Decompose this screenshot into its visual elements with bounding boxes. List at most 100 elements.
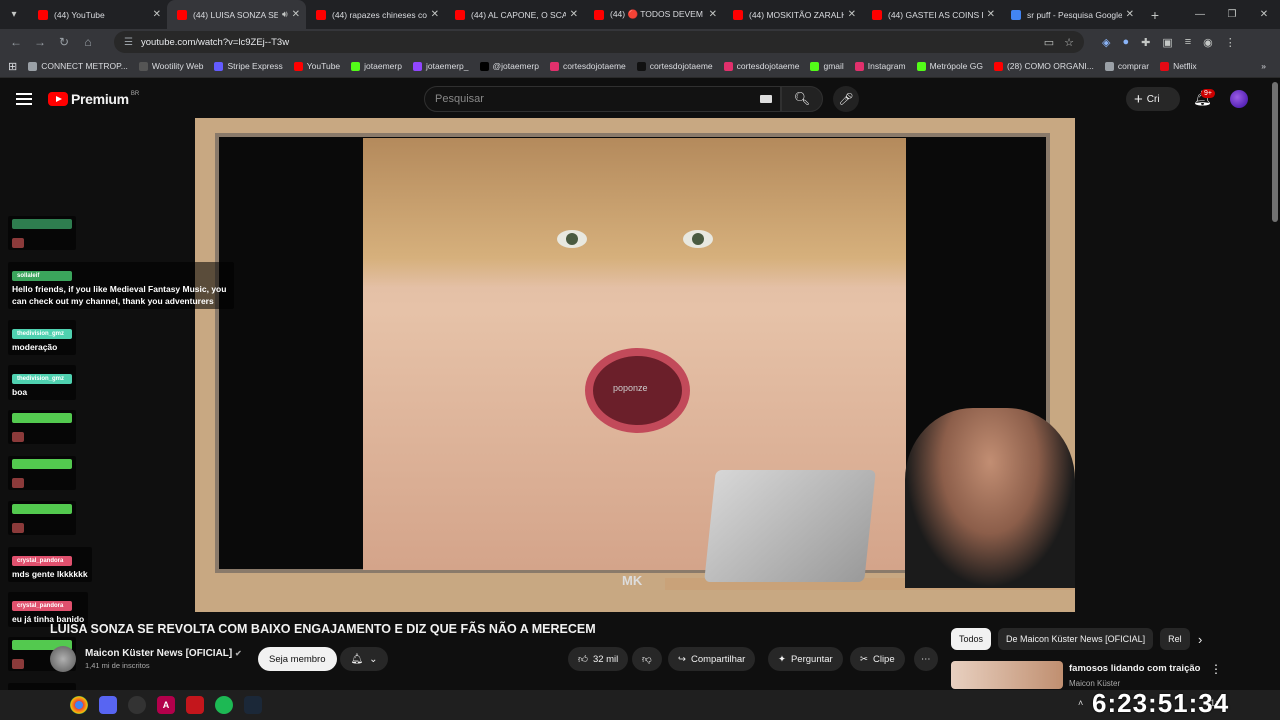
filter-chip[interactable]: Todos — [951, 628, 992, 650]
recommended-more-icon[interactable]: ⋮ — [1210, 662, 1222, 676]
search-input[interactable]: Pesquisar — [424, 86, 781, 112]
join-membership-button[interactable]: Seja membro — [258, 647, 337, 671]
more-bookmarks-icon[interactable]: » — [1261, 61, 1266, 71]
puzzle-icon[interactable]: ✚ — [1141, 36, 1150, 49]
video-player[interactable]: poponze MK — [195, 118, 1075, 612]
bookmark-item[interactable]: @jotaemerp — [479, 61, 539, 71]
filter-chip[interactable]: Rel — [1160, 628, 1190, 650]
hamburger-menu-icon[interactable] — [16, 90, 32, 108]
subscription-bell-button[interactable]: 🔔︎ ⌄ — [340, 647, 388, 671]
chat-username[interactable] — [12, 219, 72, 229]
tab-close-icon[interactable]: ✕ — [1126, 9, 1134, 20]
create-button[interactable]: + Cri — [1126, 87, 1180, 111]
home-icon[interactable]: ⌂ — [76, 35, 100, 49]
youtube-logo[interactable]: Premium BR — [48, 91, 139, 107]
recommended-thumbnail[interactable] — [951, 661, 1063, 689]
tab-close-icon[interactable]: ✕ — [431, 9, 439, 20]
bookmark-item[interactable]: CONNECT METROP... — [28, 61, 128, 71]
tab-close-icon[interactable]: ✕ — [987, 9, 995, 20]
tab-close-icon[interactable]: ✕ — [848, 9, 856, 20]
tab-close-icon[interactable]: ✕ — [153, 9, 161, 20]
channel-name[interactable]: Maicon Küster News [OFICIAL] ✔ — [85, 648, 242, 659]
bookmark-item[interactable]: Instagram — [854, 61, 906, 71]
bookmark-star-icon[interactable]: ☆ — [1064, 36, 1074, 49]
forward-icon[interactable]: → — [28, 35, 52, 49]
kebab-menu-icon[interactable]: ⋮ — [1225, 36, 1236, 49]
browser-tab[interactable]: (44) LUISA SONZA SE 🔊︎ ✕ — [167, 0, 306, 29]
bookmark-item[interactable]: cortesdojotaeme — [549, 61, 626, 71]
share-button[interactable]: ↪ Compartilhar — [668, 647, 756, 671]
browser-tab[interactable]: sr puff - Pesquisa Google ✕ — [1001, 0, 1140, 29]
more-actions-button[interactable]: ⋯ — [914, 647, 938, 671]
chat-username[interactable]: thedivision_gmz — [12, 329, 72, 339]
browser-tab[interactable]: (44) 🔴 TODOS DEVEM R ✕ — [584, 0, 723, 29]
filter-chip[interactable]: De Maicon Küster News [OFICIAL] — [998, 628, 1154, 650]
app-red-icon[interactable] — [186, 696, 204, 714]
tab-close-icon[interactable]: ✕ — [292, 9, 300, 20]
browser-tab[interactable]: (44) AL CAPONE, O SCARF ✕ — [445, 0, 584, 29]
bookmark-item[interactable]: gmail — [810, 61, 844, 71]
bookmark-item[interactable]: cortesdojotaeme — [723, 61, 799, 71]
bookmark-item[interactable]: Wootility Web — [138, 61, 203, 71]
maximize-icon[interactable]: ❐ — [1216, 9, 1248, 20]
keyboard-icon[interactable] — [760, 95, 772, 103]
profile-icon[interactable]: ◉ — [1203, 36, 1213, 49]
menu-lines-icon[interactable]: ≡ — [1185, 36, 1191, 49]
chat-username[interactable] — [12, 413, 72, 423]
bookmark-item[interactable]: comprar — [1104, 61, 1149, 71]
dislike-button[interactable]: 👎︎ — [632, 647, 662, 671]
tab-groups-icon[interactable]: ▣ — [1162, 36, 1172, 49]
channel-avatar[interactable] — [50, 646, 76, 672]
browser-tab[interactable]: (44) YouTube ✕ — [28, 0, 167, 29]
chrome-icon[interactable] — [70, 696, 88, 714]
page-scrollbar[interactable] — [1272, 82, 1278, 222]
bookmark-item[interactable]: Netflix — [1160, 61, 1197, 71]
tab-close-icon[interactable]: ✕ — [709, 9, 717, 20]
recommended-title[interactable]: famosos lidando com traição — [1069, 663, 1200, 674]
new-tab-button[interactable]: + — [1140, 7, 1170, 23]
browser-tab[interactable]: (44) rapazes chineses cob ✕ — [306, 0, 445, 29]
browser-tab[interactable]: (44) MOSKITÃO ZARALHA ✕ — [723, 0, 862, 29]
tab-close-icon[interactable]: ✕ — [570, 9, 578, 20]
address-bar[interactable]: ☰ youtube.com/watch?v=lc9ZEj--T3w ▭ ☆ — [114, 31, 1084, 53]
chat-username[interactable]: sollaleif — [12, 271, 72, 281]
chat-username[interactable]: thedivision_gmz — [12, 374, 72, 384]
minimize-icon[interactable]: — — [1184, 9, 1216, 20]
bookmark-item[interactable]: Stripe Express — [214, 61, 283, 71]
reload-icon[interactable]: ↻ — [52, 35, 76, 49]
like-button[interactable]: 👍︎ 32 mil — [568, 647, 629, 671]
user-avatar[interactable] — [1230, 90, 1248, 108]
recommended-channel[interactable]: Maicon Küster — [1069, 679, 1120, 688]
chips-next-icon[interactable]: › — [1198, 632, 1202, 647]
chat-username[interactable] — [12, 504, 72, 514]
extension-icon[interactable]: ◈ — [1102, 36, 1110, 49]
site-info-icon[interactable]: ☰ — [124, 37, 133, 48]
chat-username[interactable]: crystal_pandora — [12, 556, 72, 566]
bookmark-item[interactable]: jotaemerp_ — [412, 61, 469, 71]
obs-icon[interactable] — [128, 696, 146, 714]
ask-button[interactable]: ✦ Perguntar — [768, 647, 843, 671]
adobe-icon[interactable]: A — [157, 696, 175, 714]
spotify-icon[interactable] — [215, 696, 233, 714]
voice-search-button[interactable]: 🎤︎ — [833, 86, 859, 112]
bookmark-item[interactable]: (28) COMO ORGANI... — [993, 61, 1094, 71]
chat-username[interactable]: crystal_pandora — [12, 601, 72, 611]
tab-search-menu-button[interactable]: ▾ — [0, 0, 28, 29]
back-icon[interactable]: ← — [4, 35, 28, 49]
extension-icon[interactable]: ● — [1122, 36, 1129, 49]
bookmark-item[interactable]: jotaemerp — [351, 61, 402, 71]
steam-icon[interactable] — [244, 696, 262, 714]
tray-chevron-icon[interactable]: ˄ — [1078, 698, 1083, 708]
apps-grid-icon[interactable]: ⊞ — [8, 60, 17, 73]
cast-icon[interactable]: ▭ — [1044, 36, 1054, 49]
clip-button[interactable]: ✂ Clipe — [850, 647, 905, 671]
bookmark-item[interactable]: cortesdojotaeme — [636, 61, 713, 71]
search-button[interactable]: 🔍︎ — [781, 86, 823, 112]
browser-tab[interactable]: (44) GASTEI AS COINS DO ✕ — [862, 0, 1001, 29]
tab-audio-icon[interactable]: 🔊︎ — [282, 9, 288, 20]
close-window-icon[interactable]: ✕ — [1248, 9, 1280, 20]
discord-icon[interactable] — [99, 696, 117, 714]
chat-username[interactable] — [12, 459, 72, 469]
bookmark-item[interactable]: YouTube — [293, 61, 340, 71]
bookmark-item[interactable]: Metrópole GG — [916, 61, 983, 71]
